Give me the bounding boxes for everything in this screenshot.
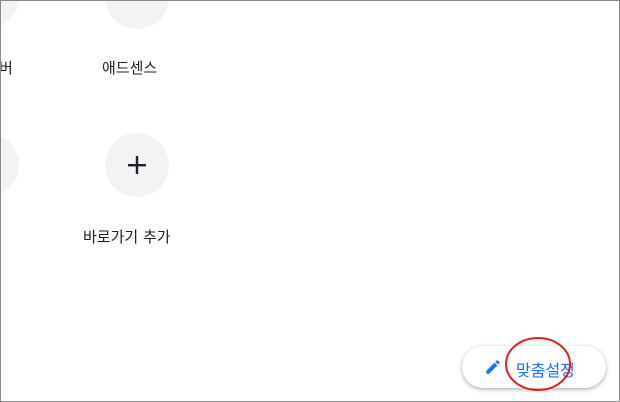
customize-button[interactable]: 맞춤설정 xyxy=(462,346,606,388)
shortcut-add-label: 바로가기 추가 xyxy=(83,228,171,246)
new-tab-page: 버 애드센스 바로가기 추가 맞춤설정 xyxy=(0,0,620,402)
shortcut-partial-top-label: 버 xyxy=(0,59,13,77)
pencil-icon xyxy=(486,360,500,374)
add-shortcut-circle[interactable] xyxy=(105,133,169,197)
plus-icon xyxy=(128,156,146,174)
adsense-icon[interactable] xyxy=(105,1,169,29)
customize-button-label: 맞춤설정 xyxy=(516,361,575,380)
shortcut-partial-top-icon[interactable] xyxy=(1,1,19,29)
shortcut-partial-middle-icon[interactable] xyxy=(1,133,19,197)
shortcut-adsense-label: 애드센스 xyxy=(102,59,158,77)
